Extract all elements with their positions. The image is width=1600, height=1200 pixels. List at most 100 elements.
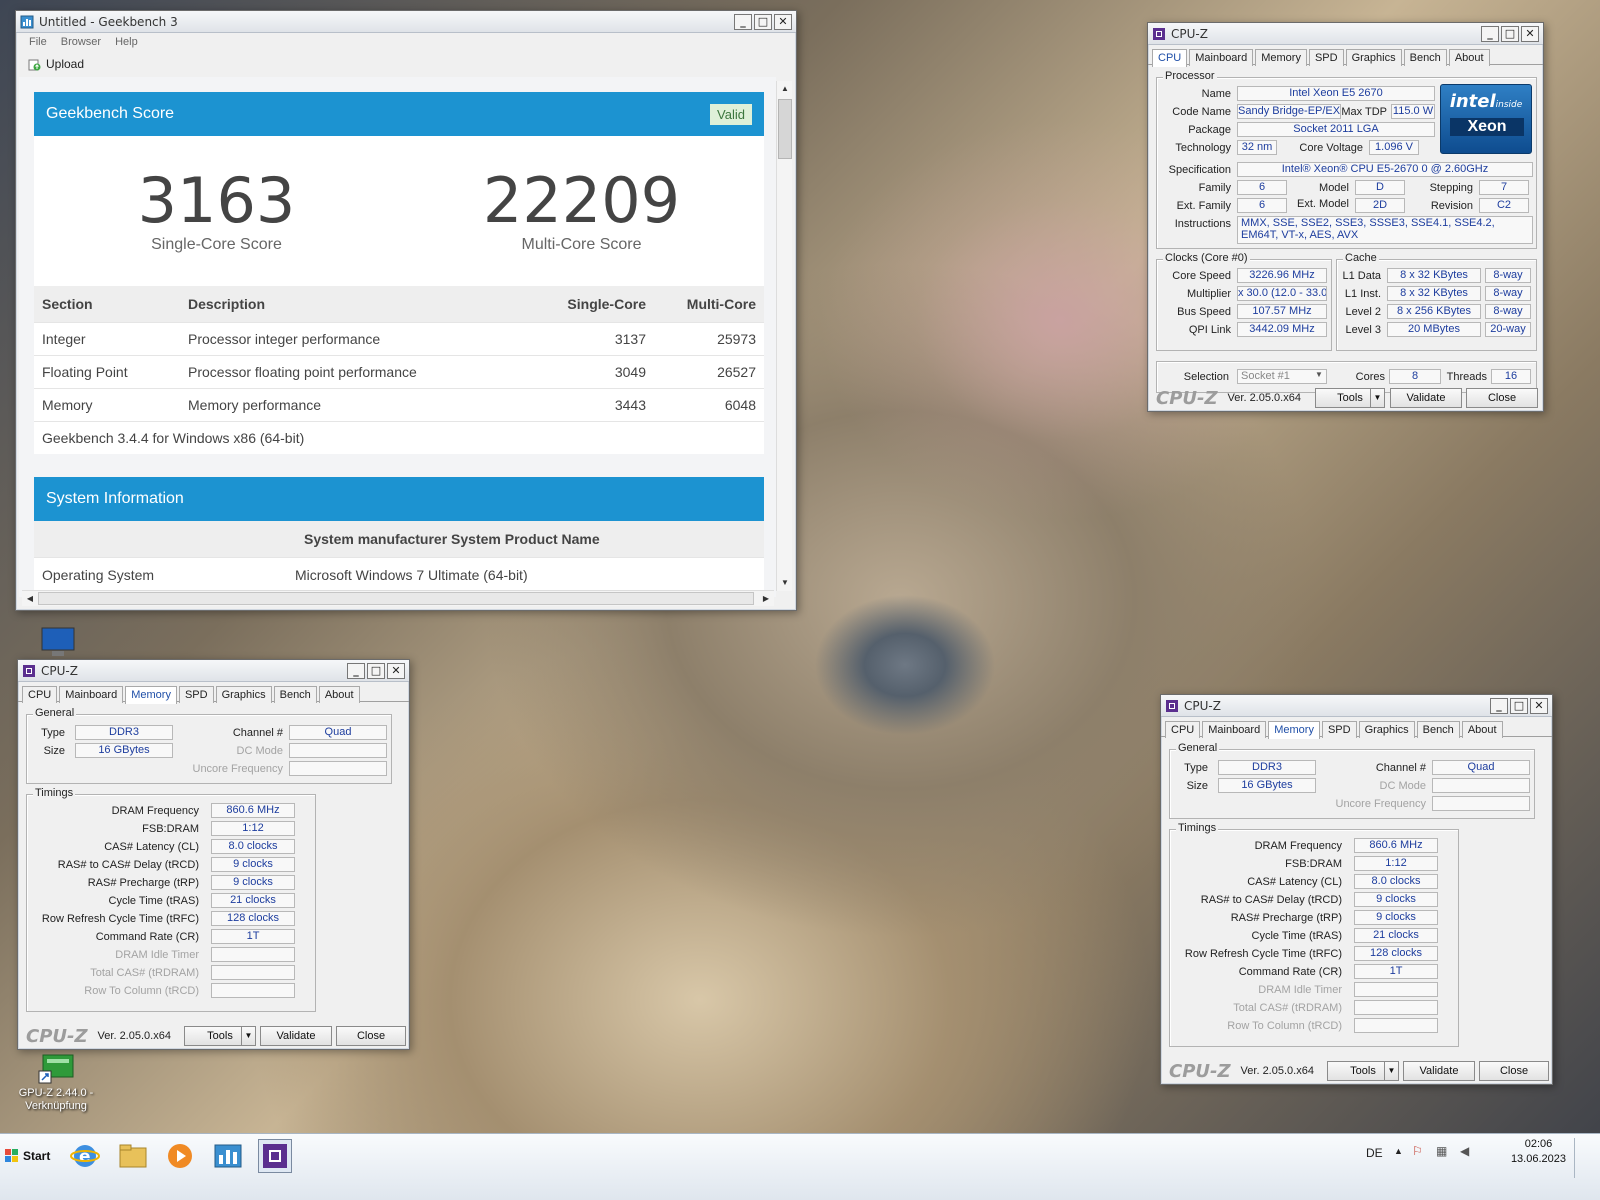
codename-label: Code Name — [1172, 106, 1231, 118]
close-button[interactable]: Close — [1479, 1061, 1549, 1081]
chevron-down-icon[interactable]: ▼ — [1384, 1062, 1398, 1080]
score-panel: Geekbench Score Valid 3163 Single-Core S… — [34, 92, 764, 454]
tab-spd[interactable]: SPD — [1321, 721, 1357, 738]
tools-button[interactable]: Tools ▼ — [184, 1026, 256, 1046]
maximize-button[interactable]: □ — [1510, 697, 1528, 714]
show-desktop-button[interactable] — [1574, 1138, 1596, 1178]
chevron-down-icon[interactable]: ▼ — [241, 1027, 255, 1045]
maximize-button[interactable]: □ — [1501, 25, 1519, 42]
cpuz-titlebar[interactable]: CPU-Z _ □ ✕ — [1148, 23, 1543, 45]
menu-help[interactable]: Help — [115, 36, 138, 50]
threads-value: 16 — [1491, 369, 1531, 384]
validate-button[interactable]: Validate — [1403, 1061, 1475, 1081]
menu-file[interactable]: File — [29, 36, 47, 50]
clocks-group: Clocks (Core #0) Core Speed 3226.96 MHz … — [1156, 252, 1332, 351]
tab-bench[interactable]: Bench — [1416, 721, 1460, 738]
tab-bench[interactable]: Bench — [1403, 49, 1447, 66]
tab-spd[interactable]: SPD — [178, 686, 214, 703]
timing-label: Total CAS# (tRDRAM) — [1233, 1002, 1342, 1014]
maximize-button[interactable]: □ — [754, 13, 772, 30]
scroll-up-icon[interactable]: ▲ — [777, 81, 793, 97]
family-label: Family — [1198, 182, 1231, 194]
tools-button-label: Tools — [1350, 1065, 1376, 1077]
tab-about[interactable]: About — [1461, 721, 1503, 738]
clock[interactable]: 02:06 13.06.2023 — [1511, 1137, 1566, 1167]
upload-button[interactable]: Upload — [46, 57, 84, 71]
cores-value: 8 — [1389, 369, 1441, 384]
tab-spd[interactable]: SPD — [1308, 49, 1344, 66]
minimize-button[interactable]: _ — [734, 13, 752, 30]
computer-desktop-icon[interactable] — [30, 626, 86, 664]
close-button[interactable]: ✕ — [1530, 697, 1548, 714]
timing-label: FSB:DRAM — [142, 823, 199, 835]
media-player-icon[interactable] — [163, 1139, 197, 1173]
selection-dropdown[interactable]: Socket #1 — [1237, 369, 1327, 384]
geekbench-titlebar[interactable]: Untitled - Geekbench 3 _ □ ✕ — [16, 11, 796, 33]
tab-graphics[interactable]: Graphics — [1358, 721, 1415, 738]
tools-button[interactable]: Tools ▼ — [1315, 388, 1385, 408]
row-description: Memory performance — [180, 387, 534, 421]
internet-explorer-icon[interactable]: e — [68, 1139, 102, 1173]
uncore-frequency-label: Uncore Frequency — [1335, 798, 1427, 810]
size-value: 16 GBytes — [75, 743, 173, 758]
tab-about[interactable]: About — [318, 686, 360, 703]
flag-icon[interactable]: ⚐ — [1412, 1144, 1423, 1158]
timing-label: Row To Column (tRCD) — [1227, 1020, 1342, 1032]
close-button[interactable]: Close — [1466, 388, 1538, 408]
score-summary: 3163 Single-Core Score 22209 Multi-Core … — [34, 136, 764, 286]
tab-graphics[interactable]: Graphics — [1345, 49, 1402, 66]
tab-bench[interactable]: Bench — [273, 686, 317, 703]
geekbench-taskbar-icon[interactable] — [211, 1139, 245, 1173]
tab-mainboard[interactable]: Mainboard — [1189, 49, 1254, 66]
start-button[interactable]: Start — [4, 1143, 52, 1169]
timing-label: Command Rate (CR) — [1238, 966, 1342, 978]
minimize-button[interactable]: _ — [1490, 697, 1508, 714]
cpuz-taskbar-icon[interactable] — [258, 1139, 292, 1173]
scroll-left-icon[interactable]: ◀ — [22, 591, 38, 607]
validate-button[interactable]: Validate — [260, 1026, 332, 1046]
tools-button[interactable]: Tools ▼ — [1327, 1061, 1399, 1081]
close-button[interactable]: ✕ — [387, 662, 405, 679]
close-button[interactable]: ✕ — [774, 13, 792, 30]
scroll-thumb[interactable] — [38, 592, 754, 605]
timing-label: Cycle Time (tRAS) — [108, 895, 199, 907]
chevron-down-icon[interactable]: ▼ — [1370, 389, 1384, 407]
package-value: Socket 2011 LGA — [1237, 122, 1435, 137]
tab-memory[interactable]: Memory — [1255, 49, 1307, 66]
tab-graphics[interactable]: Graphics — [215, 686, 272, 703]
tab-mainboard[interactable]: Mainboard — [1202, 721, 1267, 738]
horizontal-scrollbar[interactable]: ◀ ▶ — [22, 590, 774, 606]
cpuz-titlebar[interactable]: CPU-Z _ □ ✕ — [1161, 695, 1552, 717]
general-group-label: General — [1176, 742, 1220, 754]
chevron-down-icon[interactable]: ▼ — [1315, 370, 1323, 379]
timing-value — [1354, 1018, 1438, 1033]
timing-label: Total CAS# (tRDRAM) — [90, 967, 199, 979]
explorer-folder-icon[interactable] — [116, 1139, 150, 1173]
score-header-title: Geekbench Score — [46, 105, 175, 122]
language-indicator[interactable]: DE — [1366, 1146, 1383, 1160]
cpuz-app-icon — [1152, 27, 1166, 41]
level2-value: 8 x 256 KBytes — [1387, 304, 1481, 319]
validate-button[interactable]: Validate — [1390, 388, 1462, 408]
minimize-button[interactable]: _ — [347, 662, 365, 679]
tab-mainboard[interactable]: Mainboard — [59, 686, 124, 703]
chevron-up-icon[interactable]: ▲ — [1394, 1146, 1403, 1156]
menu-browser[interactable]: Browser — [61, 36, 101, 50]
speaker-icon[interactable]: ◀ — [1460, 1144, 1469, 1158]
scroll-down-icon[interactable]: ▼ — [777, 575, 793, 591]
close-button[interactable]: Close — [336, 1026, 406, 1046]
tab-cpu[interactable]: CPU — [1165, 721, 1201, 738]
minimize-button[interactable]: _ — [1481, 25, 1499, 42]
upload-icon[interactable] — [28, 58, 41, 71]
scroll-right-icon[interactable]: ▶ — [758, 591, 774, 607]
gpuz-shortcut-icon[interactable]: GPU-Z 2.44.0 - Verknüpfung — [14, 1053, 98, 1113]
scroll-thumb[interactable] — [778, 99, 792, 159]
vertical-scrollbar[interactable]: ▲ ▼ — [776, 81, 792, 591]
col-single-core: Single-Core — [534, 286, 654, 322]
tab-about[interactable]: About — [1448, 49, 1490, 66]
maximize-button[interactable]: □ — [367, 662, 385, 679]
network-icon[interactable]: ▦ — [1436, 1144, 1447, 1158]
single-core-score-label: Single-Core Score — [151, 236, 282, 253]
tab-cpu[interactable]: CPU — [22, 686, 58, 703]
close-button[interactable]: ✕ — [1521, 25, 1539, 42]
